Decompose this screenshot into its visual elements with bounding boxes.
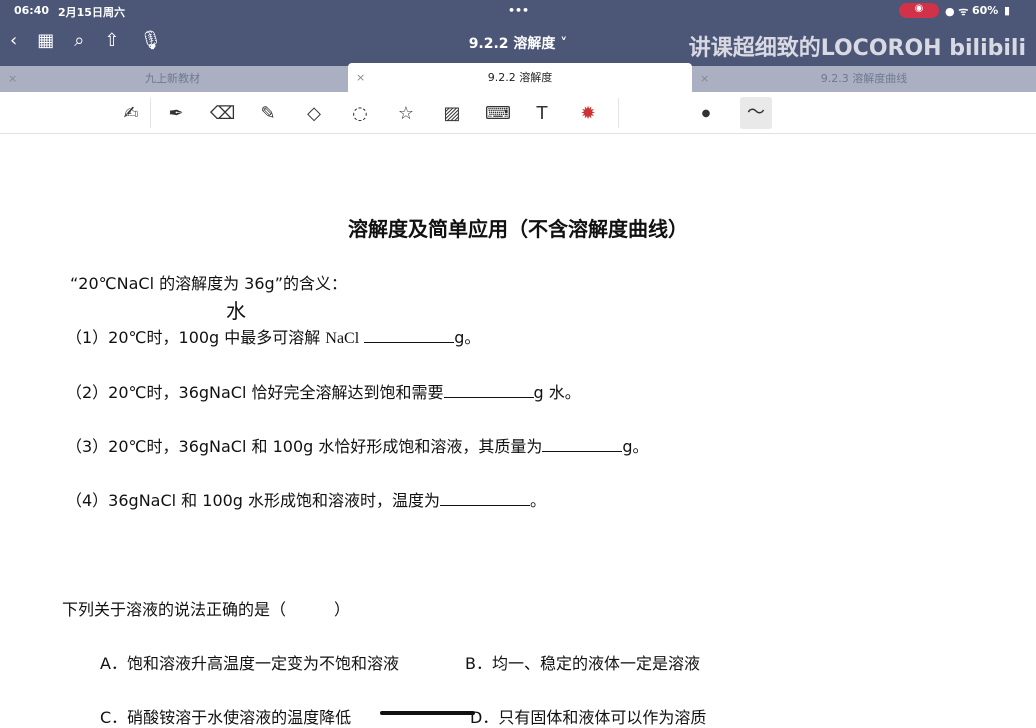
- q3-unit: g。: [622, 437, 649, 456]
- question-2: （2）20℃时，36gNaCl 恰好完全溶解达到饱和需要 g 水。: [66, 379, 581, 403]
- option-b: B．均一、稳定的液体一定是溶液: [465, 654, 700, 673]
- status-date: 2月15日周六: [58, 6, 125, 19]
- tab-label: 九上新教材: [145, 72, 200, 85]
- q2-unit: g 水。: [533, 383, 581, 402]
- tab-label: 9.2.3 溶解度曲线: [820, 72, 908, 85]
- multitask-dots-icon[interactable]: •••: [508, 4, 529, 17]
- option-a: A．饱和溶液升高温度一定变为不饱和溶液: [100, 654, 399, 673]
- page-heading: 溶解度及简单应用（不含溶解度曲线）: [348, 217, 688, 241]
- q1-nacl: NaCl: [325, 330, 360, 347]
- option-d: D．只有固体和液体可以作为溶质: [470, 708, 707, 727]
- q3-text: （3）20℃时，36gNaCl 和 100g 水恰好形成饱和溶液，其质量为: [66, 437, 543, 456]
- wifi-icon: ● ᯤ: [945, 5, 969, 18]
- tab-九上新教材[interactable]: × 九上新教材: [0, 66, 345, 92]
- close-icon[interactable]: ×: [700, 66, 709, 92]
- handwritten-stroke: [380, 711, 475, 715]
- eraser-icon[interactable]: ⌫: [210, 102, 235, 126]
- handwriting-zoom-icon[interactable]: ✍: [119, 102, 143, 126]
- tab-9-2-3[interactable]: × 9.2.3 溶解度曲线: [692, 66, 1036, 92]
- text-icon[interactable]: T: [530, 102, 554, 126]
- watermark: 讲课超细致的LOCOROH bilibili: [688, 36, 1026, 61]
- sticker-icon[interactable]: ☆: [394, 102, 418, 126]
- document-page: 溶解度及简单应用（不含溶解度曲线） “20℃NaCl 的溶解度为 36g”的含义…: [0, 135, 1036, 727]
- handwritten-annotation: 水: [226, 299, 246, 323]
- toolbar: ✍ ✒ ⌫ ✎ ◇ ◌ ☆ ▨ ⌨ T ✹ ● 〜: [0, 92, 1036, 134]
- question-1: （1）20℃时，100g 中最多可溶解 NaCl g。: [66, 324, 480, 348]
- option-c: C．硝酸铵溶于水使溶液的温度降低: [100, 708, 352, 727]
- answer-blank: [440, 492, 531, 506]
- lasso-icon[interactable]: ◌: [348, 102, 372, 126]
- close-icon[interactable]: ×: [8, 66, 17, 92]
- answer-blank: [542, 438, 623, 452]
- q1-unit: g。: [454, 328, 481, 347]
- status-time: 06:40: [14, 4, 50, 17]
- recording-icon[interactable]: ◉: [899, 3, 939, 18]
- close-icon[interactable]: ×: [356, 63, 365, 92]
- laser-pointer-icon[interactable]: ✹: [576, 102, 600, 126]
- battery-level: 60%: [972, 4, 999, 17]
- divider: [618, 98, 619, 128]
- question-3: （3）20℃时，36gNaCl 和 100g 水恰好形成饱和溶液，其质量为 g。: [66, 433, 649, 457]
- q1-text: （1）20℃时，100g 中最多可溶解: [66, 328, 321, 347]
- q2-text: （2）20℃时，36gNaCl 恰好完全溶解达到饱和需要: [66, 383, 444, 402]
- tab-label: 9.2.2 溶解度: [487, 71, 553, 84]
- top-bar: 06:40 2月15日周六 ••• ◉ ● ᯤ 60% ▮ ‹ ▦ ⌕ ⇧ 🎙︎…: [0, 0, 1036, 66]
- tab-9-2-2[interactable]: × 9.2.2 溶解度: [348, 63, 692, 92]
- stroke-style-icon[interactable]: 〜: [740, 97, 772, 129]
- keyboard-icon[interactable]: ⌨: [485, 102, 511, 126]
- image-icon[interactable]: ▨: [440, 102, 464, 126]
- tab-bar: × 九上新教材 × 9.2.2 溶解度 × 9.2.3 溶解度曲线: [0, 63, 1036, 92]
- pen-size-dot-icon[interactable]: ●: [694, 102, 718, 126]
- pen-icon[interactable]: ✒: [164, 102, 188, 126]
- mc-question: 下列关于溶液的说法正确的是（ ）: [62, 600, 351, 619]
- divider: [150, 98, 151, 128]
- intro-text: “20℃NaCl 的溶解度为 36g”的含义：: [70, 274, 347, 293]
- shapes-icon[interactable]: ◇: [302, 102, 326, 126]
- q4-end: 。: [530, 491, 547, 510]
- answer-blank: [443, 384, 534, 398]
- q4-text: （4）36gNaCl 和 100g 水形成饱和溶液时，温度为: [66, 491, 441, 510]
- highlighter-icon[interactable]: ✎: [256, 102, 280, 126]
- question-4: （4）36gNaCl 和 100g 水形成饱和溶液时，温度为 。: [66, 487, 546, 511]
- answer-blank: [364, 329, 455, 343]
- battery-icon: ▮: [1004, 4, 1011, 17]
